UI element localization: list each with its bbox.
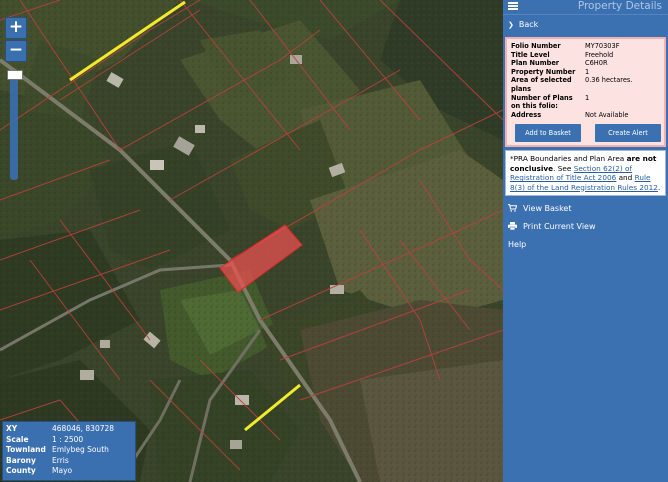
chevron-right-icon: ❯ — [508, 21, 514, 29]
shopping-cart-icon — [508, 204, 518, 213]
info-row-county: County Mayo — [6, 466, 73, 476]
info-row-townland: Townland Emlybeg South — [6, 445, 109, 455]
details-row: Area of selected plans 0.36 hectares. — [511, 76, 633, 93]
details-row: Title Level Freehold — [511, 50, 614, 59]
details-row: Plan Number C6H0R — [511, 59, 608, 68]
zoom-slider[interactable] — [10, 70, 18, 180]
location-info-box: XY 468046, 830728 Scale 1 : 2500 Townland E… — [2, 421, 136, 481]
help-label: Help — [508, 239, 527, 249]
panel-title: Property Details — [577, 0, 662, 12]
print-label: Print Current View — [523, 221, 596, 231]
details-row: Property Number 1 — [511, 67, 590, 76]
panel-header: Property Details — [503, 0, 668, 14]
view-basket-button[interactable]: View Basket — [503, 200, 668, 218]
aerial-imagery — [0, 0, 503, 482]
print-current-view-button[interactable]: Print Current View — [503, 218, 668, 236]
details-row: Address Not Available — [511, 110, 629, 119]
back-button[interactable]: ❯ Back — [503, 14, 668, 35]
info-row-barony: Barony Erris — [6, 455, 69, 465]
add-to-basket-button[interactable]: Add to Basket — [515, 124, 581, 143]
zoom-slider-handle[interactable] — [7, 70, 23, 80]
info-row-xy: XY 468046, 830728 — [6, 424, 115, 433]
view-basket-label: View Basket — [523, 203, 572, 213]
map-view[interactable]: + − XY 468046, 830728 Scale 1 : 2500 Townl… — [0, 0, 503, 482]
printer-icon — [508, 222, 517, 231]
property-details-card: Folio Number MY70303F Title Level Freehold… — [505, 37, 666, 148]
details-table: Folio Number MY70303F Title Level Freehold… — [511, 42, 662, 119]
zoom-in-button[interactable]: + — [5, 17, 27, 39]
property-details-panel: Property Details ❯ Back Folio Number MY703… — [503, 0, 668, 482]
card-buttons: Add to Basket Create Alert — [511, 124, 662, 143]
details-row: Number of Plans on this folio: 1 — [511, 93, 590, 111]
zoom-out-button[interactable]: − — [5, 40, 27, 62]
help-button[interactable]: Help — [503, 236, 668, 254]
back-label: Back — [518, 20, 539, 29]
boundary-disclaimer: *PRA Boundaries and Plan Area are not co… — [505, 150, 666, 196]
details-row: Folio Number MY70303F — [511, 42, 620, 50]
info-row-scale: Scale 1 : 2500 — [6, 434, 84, 444]
create-alert-button[interactable]: Create Alert — [595, 124, 661, 143]
hamburger-menu-icon[interactable] — [508, 2, 518, 10]
